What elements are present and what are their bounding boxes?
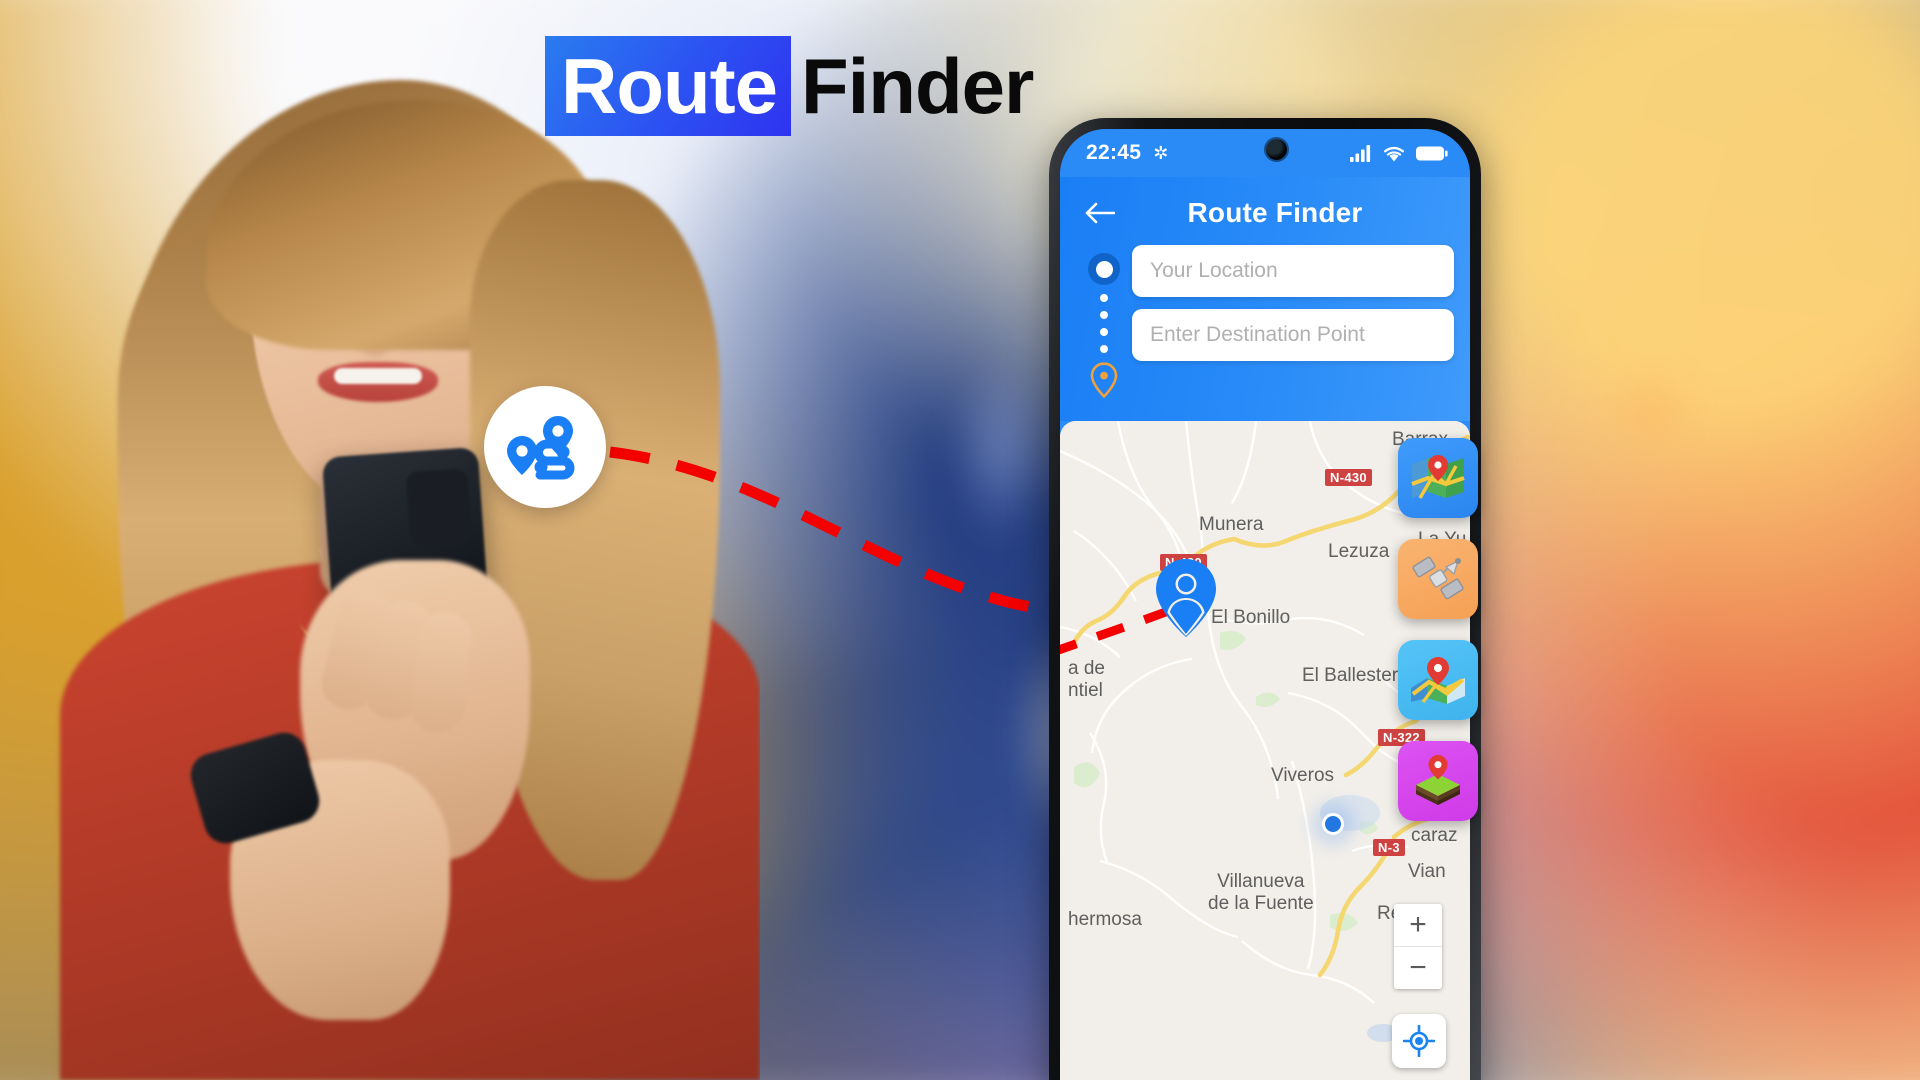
origin-dot-icon xyxy=(1088,253,1120,285)
map-label: hermosa xyxy=(1068,909,1142,930)
wifi-icon xyxy=(1383,145,1405,162)
map-label: Villanueva de la Fuente xyxy=(1208,871,1314,915)
map-label: Viveros xyxy=(1271,765,1335,786)
terrain-cube-pin-icon xyxy=(1416,755,1460,805)
zoom-out-button[interactable]: − xyxy=(1394,947,1442,989)
status-time: 22:45 xyxy=(1086,141,1142,164)
route-input-group: Your Location Enter Destination Point xyxy=(1060,239,1470,403)
route-markers-column xyxy=(1076,245,1132,403)
road-shield: N-3 xyxy=(1373,839,1405,856)
person-pin-icon[interactable] xyxy=(1152,557,1220,644)
app-header: Route Finder Your Location Enter Destina… xyxy=(1060,177,1470,421)
map-label: a de xyxy=(1068,658,1105,679)
map-view-button[interactable] xyxy=(1398,438,1478,518)
zoom-in-button[interactable]: + xyxy=(1394,904,1442,946)
front-camera-punch-hole xyxy=(1266,139,1287,160)
map-label: Vian xyxy=(1408,861,1446,882)
app-title-part2: Finder xyxy=(800,42,1034,130)
destination-input[interactable]: Enter Destination Point xyxy=(1132,309,1454,361)
terrain-layers-button[interactable] xyxy=(1398,741,1478,821)
3d-map-pin-icon xyxy=(1411,657,1465,704)
map-label: ntiel xyxy=(1068,680,1103,701)
origin-placeholder: Your Location xyxy=(1150,259,1278,282)
promo-screenshot: Route Finder 22:45 ✲ Route Finder Your L… xyxy=(0,0,1920,1080)
satellite-view-button[interactable] xyxy=(1398,539,1478,619)
folded-map-pin-icon xyxy=(1411,455,1465,499)
destination-pin-icon xyxy=(1089,362,1119,403)
map-label-line2: de la Fuente xyxy=(1208,892,1314,914)
3d-map-button[interactable] xyxy=(1398,640,1478,720)
map-label-line1: Villanueva xyxy=(1217,871,1305,892)
route-badge xyxy=(484,386,606,508)
road-shield: N-430 xyxy=(1325,469,1372,486)
satellite-icon xyxy=(1412,556,1464,600)
app-title-accent: Route xyxy=(545,36,791,136)
route-pins-icon xyxy=(507,416,575,480)
origin-input[interactable]: Your Location xyxy=(1132,245,1454,297)
route-fields: Your Location Enter Destination Point xyxy=(1132,245,1454,403)
my-location-button[interactable] xyxy=(1392,1014,1446,1068)
my-location-crosshair-icon xyxy=(1403,1025,1435,1057)
map-label: El Ballestero xyxy=(1302,665,1409,686)
app-title: Route Finder xyxy=(545,36,1034,136)
bluetooth-icon: ✲ xyxy=(1153,142,1169,163)
map-label: caraz xyxy=(1411,825,1458,846)
map-label: Munera xyxy=(1199,514,1264,535)
status-bar: 22:45 ✲ xyxy=(1060,129,1470,177)
page-title: Route Finder xyxy=(1187,197,1363,228)
woman-holding-phone-photo xyxy=(0,0,760,1080)
app-title-plain: Finder xyxy=(791,36,1034,136)
app-title-part1: Route xyxy=(561,42,778,130)
destination-placeholder: Enter Destination Point xyxy=(1150,323,1365,346)
map-zoom-controls: + − xyxy=(1394,904,1442,989)
battery-full-icon xyxy=(1416,145,1448,162)
map-label: Lezuza xyxy=(1328,541,1390,562)
cellular-signal-icon xyxy=(1350,144,1372,162)
map-label: El Bonillo xyxy=(1211,607,1291,628)
blue-location-dot xyxy=(1322,813,1344,835)
route-dots-connector xyxy=(1100,294,1108,353)
map-layer-buttons xyxy=(1398,438,1478,821)
